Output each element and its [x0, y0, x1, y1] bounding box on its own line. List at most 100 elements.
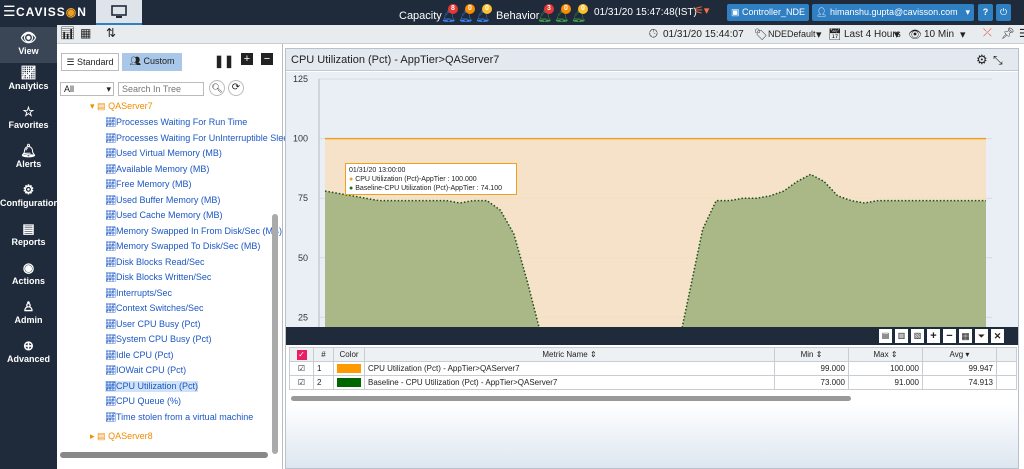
pause-icon[interactable]: ❚❚: [214, 54, 234, 68]
col-min[interactable]: Min ⇕: [774, 347, 849, 362]
col-max[interactable]: Max ⇕: [848, 347, 923, 362]
bar-chart-icon[interactable]: 📊︎: [60, 26, 75, 40]
behavior-minor-badge: 0: [578, 4, 588, 14]
eye-icon: 👁︎: [20, 30, 37, 45]
tree-item[interactable]: 📈︎IOWait CPU (Pct): [105, 365, 186, 376]
search-input[interactable]: [118, 82, 204, 96]
tree-item[interactable]: 📈︎User CPU Busy (Pct): [105, 319, 201, 330]
tree-item[interactable]: 📈︎Processes Waiting For UnInterruptible …: [105, 133, 288, 144]
line-graph-icon: 📈︎: [105, 365, 117, 375]
y-tick-label: 125: [293, 74, 308, 84]
tree-item[interactable]: 📈︎Free Memory (MB): [105, 179, 192, 190]
controller-dropdown[interactable]: ▣ Controller_NDE: [727, 4, 809, 21]
table-icon[interactable]: ▦: [80, 26, 91, 40]
col-color[interactable]: Color: [333, 347, 365, 362]
tree-item[interactable]: 📈︎Disk Blocks Written/Sec: [105, 272, 211, 283]
legend-table: ✓ # Color Metric Name ⇕ Min ⇕ Max ⇕ Avg …: [289, 347, 1017, 390]
tree-item[interactable]: 📈︎Context Switches/Sec: [105, 303, 204, 314]
nav-advanced[interactable]: ⊕ Advanced: [0, 338, 57, 364]
export-pdf-icon[interactable]: ▤: [879, 329, 892, 343]
col-avg[interactable]: Avg ▾: [922, 347, 997, 362]
nav-admin[interactable]: ♙ Admin: [0, 299, 57, 325]
pin-icon[interactable]: 📌︎: [1001, 27, 1015, 40]
nav-reports[interactable]: ▤ Reports: [0, 221, 57, 247]
monitor-tab[interactable]: [96, 0, 142, 25]
nav-actions[interactable]: ◉ Actions: [0, 260, 57, 286]
help-button[interactable]: ?: [978, 4, 993, 21]
report-icon: ▤: [22, 221, 35, 236]
legend-row[interactable]: ☑ 2 Baseline - CPU Utilization (Pct) - A…: [289, 375, 1017, 390]
tree-node-qaserver8[interactable]: ▸ ▤ QAServer8: [90, 431, 153, 442]
export-word-icon[interactable]: ▧: [911, 329, 924, 343]
tree-item[interactable]: 📈︎CPU Queue (%): [105, 396, 181, 407]
tab-standard[interactable]: ☰ Standard: [61, 53, 119, 71]
profile-dropdown[interactable]: NDEDefault: [768, 29, 816, 39]
table-empty-area: [286, 404, 1018, 468]
collapse-all-icon[interactable]: −: [261, 53, 273, 65]
y-tick-label: 75: [298, 193, 308, 203]
list-menu-icon[interactable]: ☰: [1019, 27, 1024, 40]
line-graph-icon: 📈︎: [105, 256, 117, 267]
power-button[interactable]: ⏻: [996, 4, 1011, 21]
interval-dropdown[interactable]: 10 Min: [924, 29, 954, 40]
col-metric-name[interactable]: Metric Name ⇕: [364, 347, 775, 362]
nav-view[interactable]: 👁︎ View: [0, 27, 57, 63]
tree-item[interactable]: 📈︎Idle CPU (Pct): [105, 350, 174, 361]
tree-item[interactable]: 📈︎Interrupts/Sec: [105, 288, 172, 299]
tree-item[interactable]: 📈︎CPU Utilization (Pct): [105, 380, 199, 392]
tree-item[interactable]: 📈︎Disk Blocks Read/Sec: [105, 257, 205, 268]
tree-node-qaserver7[interactable]: ▾ ▤ QAServer7: [90, 101, 153, 112]
disconnect-icon[interactable]: ⤫: [983, 27, 992, 40]
tree-item[interactable]: 📈︎Time stolen from a virtual machine: [105, 412, 253, 423]
gear-icon[interactable]: ⚙: [976, 49, 988, 71]
close-icon[interactable]: ✕: [991, 329, 1004, 343]
tree-item[interactable]: 📈︎Used Virtual Memory (MB): [105, 148, 222, 159]
line-graph-icon: 📈︎: [105, 163, 117, 174]
range-dropdown[interactable]: Last 4 Hours: [844, 29, 901, 40]
menu-icon[interactable]: ☰: [3, 3, 16, 19]
filter-icon[interactable]: ⏷: [975, 329, 988, 343]
columns-icon[interactable]: ▦: [959, 329, 972, 343]
toolbar-datetime: 01/31/20 15:44:07: [663, 29, 744, 40]
horizontal-scrollbar[interactable]: [60, 452, 268, 458]
sort-icon[interactable]: ⇅: [106, 26, 116, 40]
tree-item[interactable]: 📈︎Used Cache Memory (MB): [105, 210, 223, 221]
tab-custom[interactable]: 👥︎ Custom: [122, 53, 182, 71]
line-graph-icon: 📈︎: [105, 210, 117, 220]
tree-item[interactable]: 📈︎Memory Swapped In From Disk/Sec (MB): [105, 226, 282, 237]
user-dropdown[interactable]: 👤︎ himanshu.gupta@cavisson.com ▾: [812, 4, 974, 21]
tree-item[interactable]: 📈︎System CPU Busy (Pct): [105, 334, 212, 345]
search-icon[interactable]: 🔍︎: [209, 80, 225, 96]
expand-all-icon[interactable]: +: [241, 53, 253, 65]
chevron-down-icon: ▾: [106, 84, 111, 94]
user-icon: 👤︎: [816, 7, 828, 17]
tree-item[interactable]: 📈︎Available Memory (MB): [105, 164, 209, 175]
line-graph-icon: 📈︎: [105, 272, 117, 282]
behavior-critical-badge: 3: [544, 4, 554, 14]
filter-select[interactable]: All ▾: [60, 82, 114, 96]
broadcast-icon[interactable]: ⚟▾: [694, 4, 709, 17]
nav-alerts[interactable]: 🔔︎ Alerts: [0, 143, 57, 169]
tree-item[interactable]: 📈︎Used Buffer Memory (MB): [105, 195, 220, 206]
power-icon: ⏻: [999, 7, 1008, 17]
nav-favorites[interactable]: ☆ Favorites: [0, 104, 57, 130]
tree-item-label: System CPU Busy (Pct): [116, 334, 212, 344]
tree-item[interactable]: 📈︎Memory Swapped To Disk/Sec (MB): [105, 241, 260, 252]
nav-configuration[interactable]: ⚙ Configuration: [0, 182, 59, 208]
refresh-icon[interactable]: ⟳: [228, 80, 244, 96]
export-excel-icon[interactable]: ▥: [895, 329, 908, 343]
select-all-checkbox[interactable]: ✓: [289, 347, 314, 362]
row-checkbox[interactable]: ☑: [289, 375, 314, 390]
add-icon[interactable]: +: [927, 329, 940, 343]
legend-row[interactable]: ☑ 1 CPU Utilization (Pct) - AppTier>QASe…: [289, 361, 1017, 376]
nav-analytics[interactable]: 📈︎ Analytics: [0, 65, 57, 91]
vertical-scrollbar[interactable]: [272, 214, 278, 454]
legend-header-row: ✓ # Color Metric Name ⇕ Min ⇕ Max ⇕ Avg …: [289, 347, 1017, 362]
row-checkbox[interactable]: ☑: [289, 361, 314, 376]
collapse-arrows-icon[interactable]: ⤡: [993, 49, 1003, 71]
remove-icon[interactable]: −: [943, 329, 956, 343]
table-horizontal-scrollbar[interactable]: [291, 396, 851, 401]
col-num[interactable]: #: [313, 347, 334, 362]
tree-item[interactable]: 📈︎Processes Waiting For Run Time: [105, 117, 247, 128]
line-graph-icon: 📈︎: [105, 132, 117, 143]
